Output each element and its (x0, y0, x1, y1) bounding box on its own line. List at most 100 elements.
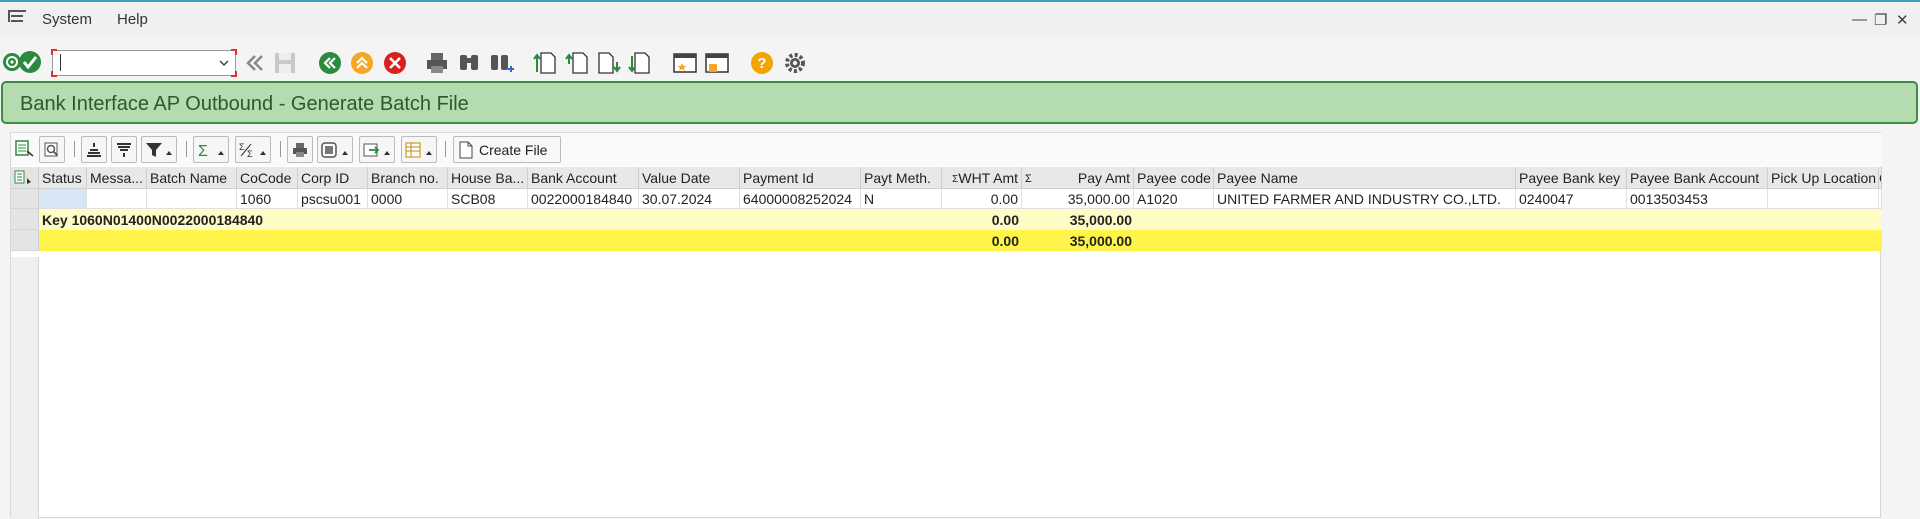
minimize-icon[interactable]: — (1852, 11, 1867, 28)
table-cell[interactable] (87, 189, 147, 209)
row-selector[interactable] (11, 189, 39, 209)
table-cell[interactable] (1879, 189, 1882, 209)
column-header[interactable]: Payee Bank key (1516, 167, 1627, 189)
column-header[interactable]: Batch Name (147, 167, 237, 189)
table-cell[interactable]: pscsu001 (298, 189, 368, 209)
filter-button[interactable] (141, 136, 177, 163)
shortcut-icon[interactable] (704, 50, 730, 76)
column-header[interactable]: Payee Name (1214, 167, 1516, 189)
column-header[interactable]: Branch no. (368, 167, 448, 189)
find-next-icon[interactable] (488, 50, 514, 76)
chevron-down-icon[interactable] (219, 60, 229, 67)
column-header-label: Pay Amt (1077, 170, 1130, 186)
first-page-icon[interactable] (532, 50, 558, 76)
print-preview-button[interactable] (287, 136, 313, 163)
column-header[interactable]: CoCode (237, 167, 298, 189)
column-header[interactable]: Pick Up Location (1768, 167, 1879, 189)
layout-grid-icon (405, 142, 432, 157)
svg-text:Σ: Σ (198, 143, 208, 159)
table-cell[interactable]: 0000 (368, 189, 448, 209)
export-button[interactable] (359, 136, 395, 163)
field-corner (231, 71, 237, 77)
print-icon (293, 142, 307, 157)
menu-icon[interactable] (8, 10, 28, 24)
create-file-button[interactable]: Create File (453, 136, 561, 163)
subtotal-button[interactable]: ΣΣ (235, 136, 271, 163)
table-cell[interactable]: 0013503453 (1627, 189, 1768, 209)
column-header[interactable]: Payment Id (740, 167, 861, 189)
table-cell[interactable] (147, 189, 237, 209)
find-icon[interactable] (456, 50, 482, 76)
new-session-icon[interactable] (672, 50, 698, 76)
svg-text:Σ: Σ (239, 142, 245, 152)
details-button[interactable] (39, 136, 65, 163)
table-cell[interactable]: 0022000184840 (528, 189, 639, 209)
table-cell[interactable]: 64000008252024 (740, 189, 861, 209)
sum-marker-icon: Σ (1025, 173, 1032, 185)
menu-bar: System Help — ❐ ✕ (0, 2, 1920, 36)
subtotal-row[interactable]: Key 1060N01400N0022000184840 0.00 35,000… (39, 209, 1882, 230)
save-icon[interactable] (272, 50, 298, 76)
subtotal-wht-amount: 0.00 (991, 212, 1019, 228)
column-header[interactable]: Payee code (1134, 167, 1214, 189)
prev-page-icon[interactable] (564, 50, 590, 76)
table-cell[interactable]: N (861, 189, 942, 209)
help-icon[interactable]: ? (749, 50, 775, 76)
column-header[interactable]: C (1879, 167, 1882, 189)
table-cell[interactable]: 1060 (237, 189, 298, 209)
column-header[interactable]: Value Date (639, 167, 740, 189)
table-cell[interactable]: A1020 (1134, 189, 1214, 209)
table-cell[interactable]: 0240047 (1516, 189, 1627, 209)
subtotal-icon: ΣΣ (239, 142, 266, 159)
back-icon[interactable] (317, 50, 343, 76)
select-all-corner[interactable] (11, 167, 39, 189)
menu-help[interactable]: Help (117, 11, 148, 28)
details-icon (44, 142, 59, 156)
table-cell[interactable]: 30.07.2024 (639, 189, 740, 209)
sort-descending-button[interactable] (111, 136, 137, 163)
row-selector[interactable] (11, 209, 39, 230)
views-button[interactable] (317, 136, 353, 163)
enter-icon[interactable] (18, 50, 42, 74)
sum-icon: Σ (198, 143, 224, 159)
settings-icon[interactable] (782, 50, 808, 76)
row-selector[interactable] (11, 230, 39, 251)
column-header[interactable]: ΣWHT Amt (942, 167, 1022, 189)
column-header[interactable]: Corp ID (298, 167, 368, 189)
toolbar-separator (186, 141, 187, 157)
create-file-label: Create File (479, 141, 548, 158)
command-field[interactable] (51, 49, 237, 77)
column-header[interactable]: Σ Pay Amt (1022, 167, 1134, 189)
close-icon[interactable]: ✕ (1896, 11, 1909, 29)
exit-icon[interactable] (349, 50, 375, 76)
table-cell[interactable]: UNITED FARMER AND INDUSTRY CO.,LTD. (1214, 189, 1516, 209)
table-cell[interactable]: SCB08 (448, 189, 528, 209)
column-header[interactable]: House Ba... (448, 167, 528, 189)
last-page-icon[interactable] (628, 50, 654, 76)
sort-ascending-button[interactable] (81, 136, 107, 163)
table-cell[interactable] (39, 189, 87, 209)
menu-system[interactable]: System (42, 11, 92, 28)
layout-button[interactable] (401, 136, 437, 163)
total-row[interactable]: 0.00 35,000.00 (39, 230, 1882, 251)
layout-icon[interactable] (15, 139, 35, 159)
standard-toolbar: ? (0, 44, 1920, 80)
next-page-icon[interactable] (596, 50, 622, 76)
back-nav-icon[interactable] (242, 50, 268, 76)
screen-title-bar: Bank Interface AP Outbound - Generate Ba… (1, 81, 1918, 124)
column-header[interactable]: Payt Meth. (861, 167, 942, 189)
cancel-icon[interactable] (382, 50, 408, 76)
column-header[interactable]: Messa... (87, 167, 147, 189)
svg-text:Σ: Σ (247, 149, 253, 159)
table-cell[interactable] (1768, 189, 1879, 209)
column-header[interactable]: Status (39, 167, 87, 189)
subtotal-key-label: Key 1060N01400N0022000184840 (42, 212, 264, 228)
total-button[interactable]: Σ (193, 136, 229, 163)
print-icon[interactable] (424, 50, 450, 76)
table-cell[interactable]: 0.00 (942, 189, 1022, 209)
column-header[interactable]: Bank Account (528, 167, 639, 189)
column-header[interactable]: Payee Bank Account (1627, 167, 1768, 189)
table-cell[interactable]: 35,000.00 (1022, 189, 1134, 209)
total-pay-amount: 35,000.00 (1069, 233, 1132, 249)
restore-icon[interactable]: ❐ (1874, 11, 1887, 29)
